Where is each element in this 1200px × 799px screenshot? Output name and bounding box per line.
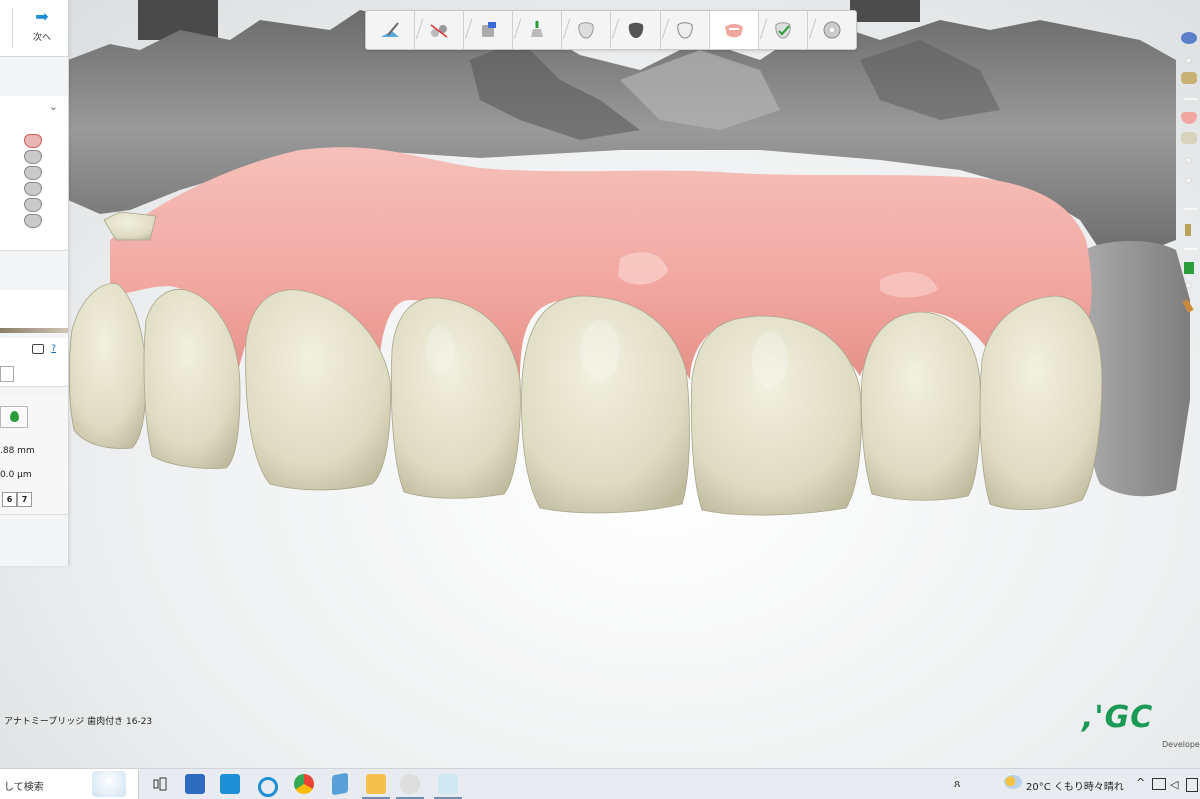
volume-icon[interactable]: ◁ — [1170, 778, 1178, 791]
weather-text[interactable]: 20°C くもり時々晴れ — [1026, 778, 1124, 793]
tooth-selection-section: ⌄ — [0, 96, 68, 251]
step-export-button[interactable] — [808, 11, 856, 49]
task-view-icon[interactable] — [150, 774, 170, 794]
chrome-icon[interactable] — [294, 774, 314, 794]
tooth-23 — [979, 295, 1103, 510]
dental-3d-scene[interactable] — [0, 0, 1200, 768]
slider-line[interactable] — [1184, 208, 1198, 210]
search-text: して検索 — [4, 782, 44, 793]
people-icon[interactable]: ጸ — [954, 777, 960, 791]
tooth-icon[interactable] — [24, 214, 42, 228]
trim-tool-icon — [430, 24, 448, 38]
tooth-shape-icon — [578, 22, 595, 39]
tooth-chart[interactable] — [18, 132, 48, 230]
step-gingiva-button[interactable] — [709, 11, 759, 49]
scan-tool-icon — [381, 22, 400, 37]
tooth-dark-icon — [628, 22, 643, 38]
tooth-toggle-icon[interactable] — [1181, 132, 1197, 144]
dental-app-icon[interactable] — [396, 774, 424, 799]
right-toolbar — [1176, 28, 1200, 328]
video-icon[interactable] — [32, 344, 44, 354]
step-scan-button[interactable] — [366, 11, 416, 49]
tool-icon[interactable] — [0, 366, 14, 382]
arrow-right-icon: ➡ — [35, 7, 49, 26]
left-panel-header: ➡ 次へ — [0, 0, 68, 57]
tool-section: ? — [0, 338, 68, 387]
tooth-icon[interactable] — [24, 198, 42, 212]
next-button-label: 次へ — [32, 33, 51, 43]
step-tooth-shape-button[interactable] — [562, 11, 612, 49]
green-tool-icon[interactable] — [1184, 262, 1194, 274]
cortana-icon[interactable] — [258, 777, 278, 797]
step-tooth-dark-button[interactable] — [611, 11, 661, 49]
number-box[interactable]: 7 — [17, 492, 32, 507]
step-margin-button[interactable] — [513, 11, 563, 49]
chevron-up-icon[interactable]: ^ — [1136, 776, 1145, 789]
chevron-down-icon[interactable]: ⌄ — [49, 100, 58, 113]
die-tool-icon — [482, 22, 497, 37]
gc-logo: ,'GC — [1082, 700, 1154, 735]
network-icon[interactable] — [1152, 778, 1166, 790]
explorer-icon[interactable] — [332, 772, 348, 796]
case-label: アナトミーブリッジ 歯肉付き 16-23 — [4, 717, 153, 727]
tooth-14 — [103, 211, 157, 241]
search-highlight-icon — [92, 771, 126, 797]
dental-app-2-icon[interactable] — [434, 774, 462, 799]
thickness-value: .88 mm — [0, 446, 35, 456]
view-icon[interactable] — [1181, 32, 1197, 44]
slider-line[interactable] — [1184, 98, 1198, 100]
offset-value: 0.0 μm — [0, 470, 32, 480]
tooth-check-icon — [775, 22, 791, 39]
step-trim-button[interactable] — [415, 11, 465, 49]
color-strip — [0, 328, 68, 333]
drop-icon — [9, 411, 19, 422]
brand-subtitle: Developed — [1162, 740, 1200, 749]
disc-export-icon — [823, 21, 841, 39]
post-icon[interactable] — [1185, 224, 1191, 236]
gingiva-icon — [724, 24, 743, 38]
tooth-22 — [860, 311, 981, 501]
tooth-outline-icon — [676, 22, 693, 39]
tooth-highlight — [580, 320, 620, 380]
number-box[interactable]: 6 — [2, 492, 17, 507]
tooth-icon[interactable] — [24, 166, 42, 180]
slider-line[interactable] — [1184, 248, 1198, 250]
gingiva-toggle-icon[interactable] — [1181, 112, 1197, 124]
tooth-gold-icon[interactable] — [1181, 72, 1197, 84]
store-icon[interactable] — [185, 774, 205, 794]
tooth-highlight — [426, 326, 454, 374]
step-tooth-outline-button[interactable] — [661, 11, 710, 49]
model-post — [850, 0, 920, 22]
step-die-button[interactable] — [464, 11, 514, 49]
windows-taskbar: して検索 ጸ 20°C くもり時々晴れ ^ ◁ — [0, 768, 1200, 799]
slider-dot[interactable] — [1186, 283, 1191, 288]
folder-icon[interactable] — [362, 774, 390, 799]
taskbar-search[interactable]: して検索 — [0, 769, 139, 799]
remote-icon[interactable] — [220, 774, 240, 794]
workflow-toolbar — [365, 10, 857, 50]
tooth-highlight — [752, 332, 788, 388]
pen-tool-icon[interactable] — [1182, 299, 1194, 313]
tooth-icon[interactable] — [24, 150, 42, 164]
header-divider — [12, 8, 13, 48]
parameter-section: .88 mm 0.0 μm 6 7 — [0, 394, 68, 515]
left-panel: ➡ 次へ ⌄ ? .88 mm 0.0 μm 6 7 — [0, 0, 69, 566]
next-button[interactable]: ➡ 次へ — [20, 8, 64, 50]
drop-button[interactable] — [0, 406, 28, 428]
tooth-icon-selected[interactable] — [24, 134, 42, 148]
slider-dot[interactable] — [1186, 58, 1191, 63]
tooth-16 — [68, 283, 147, 449]
3d-viewport[interactable] — [0, 0, 1200, 768]
step-check-button[interactable] — [759, 11, 808, 49]
tooth-icon[interactable] — [24, 182, 42, 196]
slider-dot[interactable] — [1186, 158, 1191, 163]
notification-icon[interactable] — [1186, 778, 1198, 792]
slider-dot[interactable] — [1186, 178, 1191, 183]
spacer-section — [0, 290, 68, 331]
margin-tool-icon — [531, 21, 544, 37]
help-link[interactable]: ? — [51, 344, 56, 354]
weather-icon[interactable] — [1004, 775, 1022, 789]
